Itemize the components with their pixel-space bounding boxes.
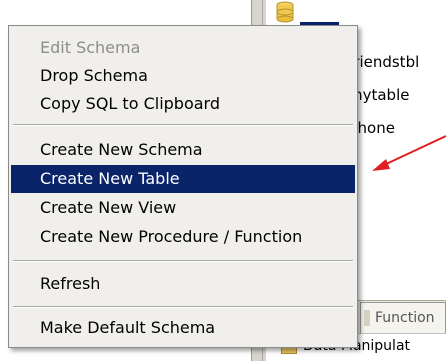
menu-separator: [13, 306, 353, 308]
context-menu: Edit Schema Drop Schema Copy SQL to Clip…: [8, 25, 358, 348]
menu-separator: [13, 260, 353, 262]
menu-item-create-table[interactable]: Create New Table: [11, 165, 355, 193]
menu-item-refresh[interactable]: Refresh: [11, 270, 355, 298]
menu-item-copy-sql[interactable]: Copy SQL to Clipboard: [11, 90, 355, 118]
menu-separator: [13, 124, 353, 126]
tab-functions[interactable]: Function: [360, 302, 446, 333]
database-icon: [276, 1, 294, 23]
tree-item-table[interactable]: friendstbl: [348, 50, 419, 74]
menu-item-drop-schema[interactable]: Drop Schema: [11, 62, 355, 90]
tab-functions-label: Function: [375, 310, 435, 326]
tree-item-label: friendstbl: [348, 53, 420, 71]
menu-item-make-default-schema[interactable]: Make Default Schema: [11, 314, 355, 342]
menu-item-create-procedure[interactable]: Create New Procedure / Function: [11, 223, 355, 251]
menu-item-create-view[interactable]: Create New View: [11, 194, 355, 222]
menu-item-edit-schema[interactable]: Edit Schema: [11, 34, 355, 62]
menu-item-create-schema[interactable]: Create New Schema: [11, 136, 355, 164]
